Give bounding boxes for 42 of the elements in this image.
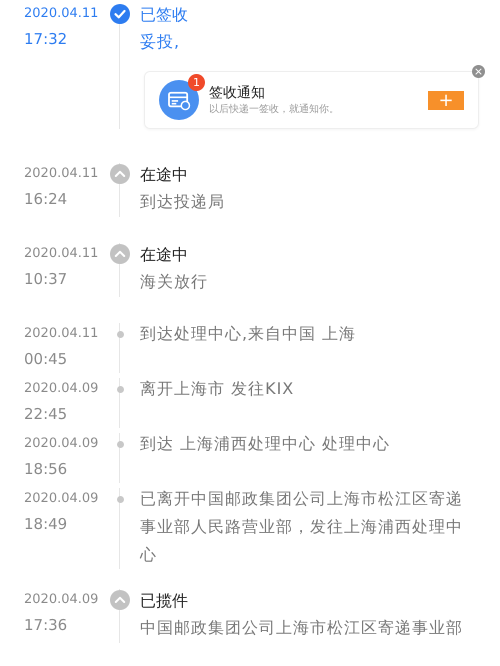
- event-status: 已揽件: [140, 590, 189, 612]
- event-date: 2020.04.11: [24, 325, 100, 343]
- event-time: 16:24: [24, 189, 68, 210]
- event-description: 妥投,: [140, 31, 182, 53]
- event-time: 10:37: [24, 269, 68, 290]
- chevron-up-icon: [110, 164, 130, 184]
- event-status: 在途中: [140, 244, 189, 266]
- event-description: 已离开中国邮政集团公司上海市松江区寄递事业部人民路营业部，发往上海浦西处理中心: [140, 488, 464, 566]
- timeline-dot-icon: [116, 331, 124, 338]
- event-date: 2020.04.09: [24, 490, 100, 508]
- event-date: 2020.04.11: [24, 165, 100, 183]
- event-date: 2020.04.09: [24, 435, 100, 453]
- chevron-up-icon: [110, 590, 130, 610]
- event-description: 中国邮政集团公司上海市松江区寄递事业部: [140, 617, 464, 639]
- event-status: 已签收: [140, 4, 189, 26]
- card-title: 签收通知: [209, 84, 266, 103]
- event-description: 离开上海市 发往KIX: [140, 378, 296, 400]
- close-button[interactable]: ×: [472, 65, 485, 78]
- event-date: 2020.04.09: [24, 591, 100, 609]
- check-icon: [110, 4, 130, 24]
- event-status: 在途中: [140, 164, 189, 186]
- event-time: 00:45: [24, 349, 68, 370]
- event-date: 2020.04.11: [24, 245, 100, 263]
- timeline-dot-icon: [116, 386, 124, 393]
- event-description: 到达 上海浦西处理中心 处理中心: [140, 433, 392, 455]
- event-time: 22:45: [24, 404, 68, 425]
- add-button[interactable]: +: [428, 90, 464, 110]
- notification-badge: 1: [188, 74, 205, 91]
- event-time: 18:49: [24, 514, 68, 535]
- event-date: 2020.04.11: [24, 5, 100, 23]
- timeline-dot-icon: [116, 441, 124, 448]
- event-time: 18:56: [24, 459, 68, 480]
- event-description: 到达处理中心,来自中国 上海: [140, 323, 358, 345]
- card-subtitle: 以后快递一签收，就通知你。: [209, 103, 340, 117]
- event-date: 2020.04.09: [24, 380, 100, 398]
- event-time: 17:32: [24, 29, 68, 50]
- chevron-up-icon: [110, 244, 130, 264]
- event-time: 17:36: [24, 615, 68, 636]
- timeline-dot-icon: [116, 496, 124, 503]
- event-description: 到达投递局: [140, 191, 226, 213]
- event-description: 海关放行: [140, 271, 209, 293]
- card-icon: [159, 80, 199, 120]
